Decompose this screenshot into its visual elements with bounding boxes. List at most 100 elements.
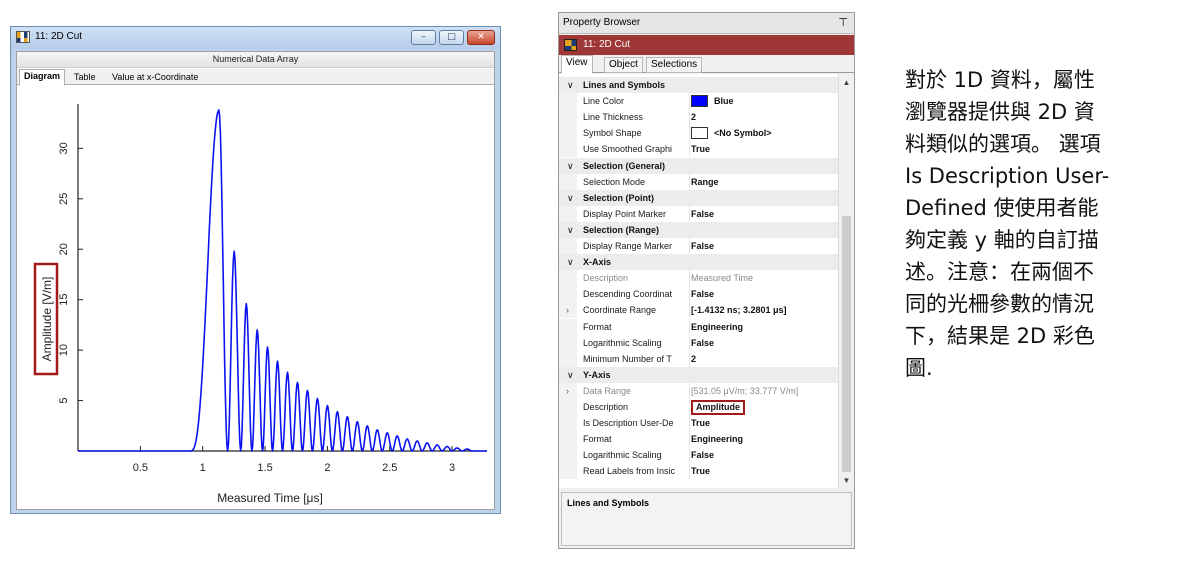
color-swatch[interactable]: [691, 95, 708, 108]
property-value-cell[interactable]: True: [689, 415, 837, 432]
property-row[interactable]: Logarithmic Scaling False: [559, 334, 838, 351]
property-row[interactable]: › Data Range [531.05 μV/m; 33.777 V/m]: [559, 382, 838, 399]
y-tick-label: 10: [58, 344, 70, 356]
property-name: Format: [583, 434, 612, 445]
property-row[interactable]: Format Engineering: [559, 431, 838, 448]
close-button[interactable]: ✕: [467, 30, 495, 45]
scroll-thumb[interactable]: [842, 216, 851, 472]
property-row[interactable]: Is Description User-De True: [559, 415, 838, 432]
property-grid-scrollbar[interactable]: ▲ ▼: [839, 74, 854, 488]
expand-chevron-icon[interactable]: ›: [566, 383, 569, 399]
property-category[interactable]: ∨ Selection (Range): [559, 221, 838, 238]
property-name: Description: [583, 273, 629, 284]
window-titlebar[interactable]: 11: 2D Cut – □ ✕: [11, 27, 500, 49]
property-name: Read Labels from Insic: [583, 466, 676, 477]
property-tabs: View Object Selections: [559, 55, 854, 74]
property-value-cell[interactable]: Amplitude: [689, 399, 837, 415]
property-value: Blue: [714, 96, 734, 107]
explanation-note: 對於 1D 資料，屬性 瀏覽器提供與 2D 資料類似的選項。 選項 Is Descr…: [905, 64, 1180, 384]
property-row[interactable]: Display Point Marker False: [559, 205, 838, 222]
highlighted-property-value: Amplitude: [691, 400, 745, 415]
property-row[interactable]: Description Measured Time: [559, 270, 838, 287]
maximize-button[interactable]: □: [439, 30, 464, 45]
property-value-cell[interactable]: [-1.4132 ns; 3.2801 μs]: [689, 302, 837, 319]
property-value-cell[interactable]: 2: [689, 350, 837, 367]
property-value-cell[interactable]: 2: [689, 109, 837, 126]
property-name: Descending Coordinat: [583, 289, 673, 300]
tab-view[interactable]: View: [561, 55, 593, 74]
property-row[interactable]: Description Amplitude: [559, 399, 838, 415]
property-row[interactable]: › Coordinate Range [-1.4132 ns; 3.2801 μs]: [559, 302, 838, 319]
property-category[interactable]: ∨ Y-Axis: [559, 366, 838, 383]
property-row[interactable]: Minimum Number of T 2: [559, 350, 838, 367]
y-tick-label: 20: [58, 243, 70, 255]
property-row[interactable]: Symbol Shape <No Symbol>: [559, 125, 838, 142]
property-name: Format: [583, 321, 612, 332]
property-value-cell[interactable]: Engineering: [689, 318, 837, 335]
property-row[interactable]: Descending Coordinat False: [559, 286, 838, 303]
property-category[interactable]: ∨ Selection (General): [559, 157, 838, 174]
property-grid: ∨ Lines and Symbols Line Color Blue Line Thi…: [559, 74, 839, 488]
property-row[interactable]: Display Range Marker False: [559, 238, 838, 254]
property-value-cell[interactable]: False: [689, 238, 837, 254]
tab-object[interactable]: Object: [604, 57, 643, 73]
scroll-down-icon[interactable]: ▼: [839, 474, 854, 488]
property-row[interactable]: Line Thickness 2: [559, 109, 838, 126]
color-swatch[interactable]: [691, 127, 708, 140]
property-category[interactable]: ∨ Lines and Symbols: [559, 77, 838, 93]
property-description-title: Lines and Symbols: [567, 498, 650, 508]
property-row[interactable]: Use Smoothed Graphi True: [559, 141, 838, 158]
property-value-cell[interactable]: Engineering: [689, 431, 837, 448]
property-value-cell[interactable]: True: [689, 141, 837, 158]
property-value-cell[interactable]: <No Symbol>: [689, 125, 837, 142]
property-category-label: Selection (General): [583, 160, 666, 171]
amplitude-chart[interactable]: 0.5 1 1.5 2 2.5 351015202530 Amplitude [V/m] …: [17, 86, 494, 509]
tab-selections[interactable]: Selections: [646, 57, 703, 73]
property-value-cell[interactable]: Blue: [689, 93, 837, 110]
collapse-chevron-icon[interactable]: ∨: [567, 254, 574, 270]
collapse-chevron-icon[interactable]: ∨: [567, 367, 574, 383]
row-gutter: [559, 415, 577, 432]
property-value-cell[interactable]: Range: [689, 173, 837, 190]
property-value-cell[interactable]: False: [689, 334, 837, 351]
property-name: Line Color: [583, 96, 625, 107]
property-row[interactable]: Logarithmic Scaling False: [559, 447, 838, 464]
tab-value-at-x[interactable]: Value at x-Coordinate: [107, 70, 203, 85]
row-gutter: [559, 286, 577, 303]
property-name: Display Range Marker: [583, 241, 673, 251]
collapse-chevron-icon[interactable]: ∨: [567, 77, 574, 93]
collapse-chevron-icon[interactable]: ∨: [567, 190, 574, 206]
scroll-up-icon[interactable]: ▲: [839, 76, 854, 90]
property-value: Engineering: [691, 321, 744, 332]
property-browser: Property Browser ⊤ 11: 2D Cut View Objec…: [558, 12, 855, 549]
property-category[interactable]: ∨ Selection (Point): [559, 189, 838, 206]
collapse-chevron-icon[interactable]: ∨: [567, 158, 574, 174]
property-name: Data Range: [583, 385, 632, 396]
note-line: 同的光柵參數的情況: [905, 292, 1094, 316]
note-line: 夠定義 y 軸的自訂描: [905, 228, 1099, 252]
expand-chevron-icon[interactable]: ›: [566, 302, 569, 318]
tab-table[interactable]: Table: [69, 70, 101, 85]
property-value: [531.05 μV/m; 33.777 V/m]: [691, 385, 799, 396]
selected-object-bar: 11: 2D Cut: [559, 35, 854, 55]
property-name: Description: [583, 402, 629, 412]
property-value: False: [691, 289, 715, 300]
pin-icon[interactable]: ⊤: [838, 16, 848, 30]
property-value-cell[interactable]: Measured Time: [689, 270, 837, 287]
property-category-label: Lines and Symbols: [583, 80, 666, 90]
tab-diagram[interactable]: Diagram: [19, 69, 66, 86]
property-row[interactable]: Read Labels from Insic True: [559, 463, 838, 480]
property-row[interactable]: Selection Mode Range: [559, 173, 838, 190]
property-value-cell[interactable]: False: [689, 286, 837, 303]
property-row[interactable]: Line Color Blue: [559, 93, 838, 110]
property-value-cell[interactable]: True: [689, 463, 837, 480]
minimize-button[interactable]: –: [411, 30, 436, 45]
note-line: 瀏覽器提供與 2D 資: [905, 100, 1095, 124]
property-value-cell[interactable]: False: [689, 447, 837, 464]
property-value-cell[interactable]: False: [689, 205, 837, 222]
property-value-cell[interactable]: [531.05 μV/m; 33.777 V/m]: [689, 382, 837, 399]
property-row[interactable]: Format Engineering: [559, 318, 838, 335]
row-gutter: [559, 318, 577, 335]
property-category[interactable]: ∨ X-Axis: [559, 254, 838, 271]
collapse-chevron-icon[interactable]: ∨: [567, 222, 574, 238]
